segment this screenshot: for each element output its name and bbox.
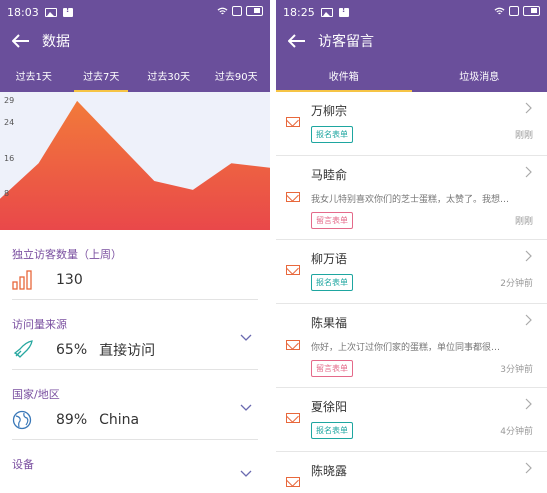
envelope-icon bbox=[286, 340, 300, 350]
message-item[interactable]: 柳万语报名表单 2分钟前 bbox=[276, 240, 547, 304]
chevron-down-icon[interactable] bbox=[240, 404, 252, 412]
envelope-icon bbox=[286, 413, 300, 423]
sender-name: 马睦俞 bbox=[311, 168, 348, 182]
y-tick-label: 16 bbox=[4, 153, 15, 163]
message-preview: 我女儿特别喜欢你们的芝士蛋糕，太赞了。我想… bbox=[311, 195, 510, 205]
y-tick-label: 24 bbox=[4, 118, 15, 128]
sender-name: 万柳宗 bbox=[311, 104, 348, 118]
wifi-icon bbox=[217, 7, 228, 14]
device-label: 设备 bbox=[12, 458, 34, 471]
chevron-right-icon[interactable] bbox=[525, 166, 533, 178]
chevron-right-icon[interactable] bbox=[525, 102, 533, 114]
envelope-icon bbox=[286, 192, 300, 202]
tab-90-days[interactable]: 过去90天 bbox=[203, 58, 271, 92]
sender-name: 柳万语 bbox=[311, 252, 348, 266]
time-range-tabs: 过去1天 过去7天 过去30天 过去90天 bbox=[0, 58, 270, 92]
traffic-source-value: 直接访问 bbox=[99, 343, 156, 359]
message-item[interactable]: 夏徐阳报名表单 4分钟前 bbox=[276, 388, 547, 452]
tab-30-days[interactable]: 过去30天 bbox=[135, 58, 203, 92]
battery-icon bbox=[523, 6, 540, 16]
country-value: China bbox=[99, 412, 140, 428]
tab-spam[interactable]: 垃圾消息 bbox=[412, 58, 547, 92]
unique-visitors-value: 130 bbox=[56, 272, 83, 288]
unique-visitors-stat: 独立访客数量（上周） 130 bbox=[12, 230, 258, 300]
message-time: 3分钟前 bbox=[500, 365, 533, 375]
form-type-badge: 报名表单 bbox=[311, 126, 353, 143]
visitor-area-series bbox=[0, 100, 270, 230]
message-time: 4分钟前 bbox=[500, 427, 533, 437]
back-arrow-icon[interactable] bbox=[12, 34, 30, 48]
chevron-down-icon[interactable] bbox=[240, 470, 252, 478]
envelope-icon bbox=[286, 477, 300, 487]
chevron-right-icon[interactable] bbox=[525, 314, 533, 326]
sender-name: 陈果福 bbox=[311, 316, 348, 330]
message-tabs: 收件箱 垃圾消息 bbox=[276, 58, 547, 92]
status-bar: 18:03 bbox=[0, 0, 270, 24]
device-stat[interactable]: 设备 bbox=[12, 440, 258, 493]
image-notification-icon bbox=[320, 7, 333, 17]
country-stat[interactable]: 国家/地区 89% China bbox=[12, 370, 258, 440]
sim-icon bbox=[509, 6, 519, 16]
tab-7-days[interactable]: 过去7天 bbox=[68, 58, 136, 92]
form-type-badge: 留言表单 bbox=[311, 212, 353, 229]
rocket-icon bbox=[13, 340, 33, 358]
traffic-source-label: 访问量来源 bbox=[12, 318, 67, 331]
message-list: 万柳宗 报名表单 刚刚 马睦俞 我女儿特别喜欢你们的芝士蛋糕，太赞了。我想… 留言表单 刚刚… bbox=[276, 92, 547, 493]
wifi-icon bbox=[494, 7, 505, 14]
chevron-right-icon[interactable] bbox=[525, 462, 533, 474]
visitor-messages-screen: 18:25 访客留言 收件箱 垃圾消息 万柳宗报名表单刚刚马睦俞我女儿特别喜欢你… bbox=[276, 0, 547, 493]
status-time: 18:25 bbox=[283, 5, 315, 19]
message-item[interactable]: 陈晓露 bbox=[276, 452, 547, 493]
message-time: 刚刚 bbox=[514, 217, 533, 227]
visitor-area-chart: 29 24 16 8 bbox=[0, 92, 270, 230]
envelope-icon bbox=[286, 265, 300, 275]
message-preview: 你好，上次订过你们家的蛋糕，单位同事都很… bbox=[311, 343, 501, 353]
analytics-screen: 18:03 数据 过去1天 过去7天 过去30天 过去90天 29 24 16 8 独… bbox=[0, 0, 270, 493]
country-percent: 89% bbox=[56, 412, 88, 428]
message-time: 2分钟前 bbox=[500, 279, 533, 289]
y-tick-label: 29 bbox=[4, 95, 15, 105]
chevron-right-icon[interactable] bbox=[525, 398, 533, 410]
globe-icon bbox=[12, 410, 32, 430]
sender-name: 夏徐阳 bbox=[311, 400, 348, 414]
image-notification-icon bbox=[44, 7, 57, 17]
bar-chart-icon bbox=[12, 270, 32, 290]
alert-notification-icon bbox=[62, 5, 73, 17]
chevron-down-icon[interactable] bbox=[240, 334, 252, 342]
app-header: 访客留言 bbox=[276, 24, 547, 58]
app-header: 数据 bbox=[0, 24, 270, 58]
message-item[interactable]: 万柳宗报名表单 刚刚 bbox=[276, 92, 547, 156]
form-type-badge: 留言表单 bbox=[311, 360, 353, 377]
alert-notification-icon bbox=[338, 5, 349, 17]
message-item[interactable]: 陈果福你好，上次订过你们家的蛋糕，单位同事都很… 留言表单 3分钟前 bbox=[276, 304, 547, 388]
chevron-right-icon[interactable] bbox=[525, 250, 533, 262]
traffic-source-stat[interactable]: 访问量来源 65% 直接访问 bbox=[12, 300, 258, 370]
form-type-badge: 报名表单 bbox=[311, 274, 353, 291]
page-title: 数据 bbox=[42, 34, 70, 50]
tab-inbox[interactable]: 收件箱 bbox=[276, 58, 412, 92]
form-type-badge: 报名表单 bbox=[311, 422, 353, 439]
back-arrow-icon[interactable] bbox=[288, 34, 306, 48]
message-item[interactable]: 马睦俞我女儿特别喜欢你们的芝士蛋糕，太赞了。我想… 留言表单 刚刚 bbox=[276, 156, 547, 240]
page-title: 访客留言 bbox=[318, 34, 374, 50]
message-time: 刚刚 bbox=[514, 131, 533, 141]
sim-icon bbox=[232, 6, 242, 16]
traffic-source-percent: 65% bbox=[56, 342, 88, 358]
status-time: 18:03 bbox=[7, 5, 39, 19]
battery-icon bbox=[246, 6, 263, 16]
chart-svg bbox=[0, 100, 270, 230]
tab-1-day[interactable]: 过去1天 bbox=[0, 58, 68, 92]
status-bar: 18:25 bbox=[276, 0, 547, 24]
envelope-icon bbox=[286, 117, 300, 127]
sender-name: 陈晓露 bbox=[311, 464, 348, 478]
unique-visitors-label: 独立访客数量（上周） bbox=[12, 248, 122, 261]
country-label: 国家/地区 bbox=[12, 388, 60, 401]
y-tick-label: 8 bbox=[4, 189, 10, 199]
